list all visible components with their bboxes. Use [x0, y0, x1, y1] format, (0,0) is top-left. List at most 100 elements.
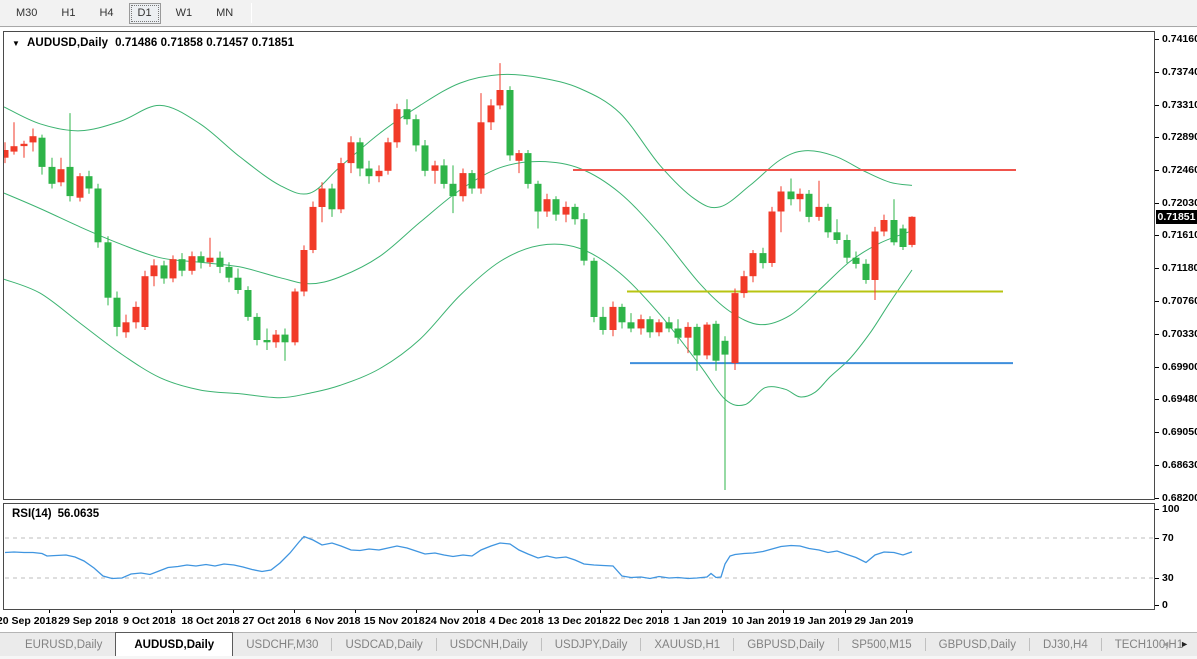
- price-axis-label: 0.74160: [1162, 33, 1197, 45]
- price-axis-tick: [1155, 235, 1159, 236]
- timeframe-button-d1[interactable]: D1: [129, 3, 161, 24]
- candle-body-bear: [647, 319, 654, 332]
- rsi-axis-tick: [1155, 605, 1159, 606]
- tab-usdchf-m30[interactable]: USDCHF,M30: [233, 633, 331, 656]
- tab-usdcnh-daily[interactable]: USDCNH,Daily: [437, 633, 541, 656]
- candle-body-bull: [189, 256, 196, 271]
- date-axis-tick: [600, 610, 601, 613]
- candle-body-bear: [404, 109, 411, 119]
- candle-body-bear: [469, 173, 476, 188]
- candle-body-bull: [310, 207, 317, 250]
- price-axis-label: 0.71610: [1162, 229, 1197, 241]
- candle-body-bear: [553, 199, 560, 214]
- rsi-line: [5, 537, 912, 579]
- price-chart-window[interactable]: ▼ AUDUSD,Daily 0.71486 0.71858 0.71457 0…: [3, 31, 1155, 500]
- chart-tab-bar: EURUSD,DailyAUDUSD,DailyUSDCHF,M30USDCAD…: [0, 632, 1197, 656]
- rsi-axis-tick: [1155, 509, 1159, 510]
- date-axis-tick: [661, 610, 662, 613]
- chart-title: ▼ AUDUSD,Daily 0.71486 0.71858 0.71457 0…: [12, 37, 294, 49]
- date-axis[interactable]: 20 Sep 201829 Sep 20189 Oct 201818 Oct 2…: [3, 610, 1155, 632]
- candlestick-chart[interactable]: [4, 32, 1154, 499]
- date-axis-label: 20 Sep 2018: [0, 615, 57, 627]
- price-axis-label: 0.69050: [1162, 426, 1197, 438]
- candle-body-bull: [732, 293, 739, 363]
- candle-body-bear: [853, 258, 860, 264]
- date-axis-label: 22 Dec 2018: [609, 615, 669, 627]
- price-axis-tick: [1155, 72, 1159, 73]
- candle-body-bear: [67, 167, 74, 196]
- timeframe-button-h1[interactable]: H1: [52, 3, 84, 24]
- candle-body-bear: [591, 261, 598, 317]
- candle-body-bear: [600, 317, 607, 330]
- timeframe-button-h4[interactable]: H4: [90, 3, 122, 24]
- timeframe-toolbar: M30 H1 H4 D1 W1MN: [0, 0, 1197, 29]
- candle-body-bull: [273, 335, 280, 343]
- candle-body-bear: [161, 265, 168, 278]
- rsi-chart[interactable]: [4, 504, 1154, 609]
- price-axis-tick: [1155, 432, 1159, 433]
- price-axis-label: 0.73740: [1162, 66, 1197, 78]
- tab-usdjpy-daily[interactable]: USDJPY,Daily: [542, 633, 641, 656]
- rsi-axis-label: 0: [1162, 599, 1168, 611]
- rsi-axis-label: 70: [1162, 532, 1174, 544]
- candle-body-bear: [217, 258, 224, 267]
- candle-body-bull: [909, 217, 916, 245]
- candle-body-bull: [385, 142, 392, 171]
- date-axis-tick: [477, 610, 478, 613]
- candle-body-bull: [376, 171, 383, 176]
- candle-body-bear: [441, 165, 448, 184]
- tab-dj30-h4[interactable]: DJ30,H4: [1030, 633, 1101, 656]
- tab-audusd-daily-active[interactable]: AUDUSD,Daily: [115, 632, 233, 656]
- candle-body-bear: [95, 189, 102, 243]
- candle-body-bear: [788, 192, 795, 200]
- candle-body-bear: [39, 138, 46, 167]
- candle-body-bull: [741, 276, 748, 293]
- candle-body-bear: [713, 324, 720, 361]
- tab-sp500-m15[interactable]: SP500,M15: [839, 633, 925, 656]
- candle-body-bear: [357, 142, 364, 168]
- date-axis-tick: [110, 610, 111, 613]
- candle-body-bear: [572, 207, 579, 219]
- candle-body-bear: [49, 167, 56, 184]
- candle-body-bull: [516, 153, 523, 161]
- price-axis-tick: [1155, 203, 1159, 204]
- candle-body-bear: [628, 322, 635, 328]
- tab-gbpusd-daily[interactable]: GBPUSD,Daily: [926, 633, 1029, 656]
- date-axis-tick: [294, 610, 295, 613]
- tab-scroll-right-icon[interactable]: ►: [1180, 636, 1189, 652]
- tab-scroll-left-icon[interactable]: ◄: [1161, 636, 1170, 652]
- tab-xauusd-h1[interactable]: XAUUSD,H1: [641, 633, 733, 656]
- price-axis-tick: [1155, 301, 1159, 302]
- candle-body-bear: [245, 290, 252, 317]
- tab-usdcad-daily[interactable]: USDCAD,Daily: [332, 633, 435, 656]
- candle-body-bull: [704, 325, 711, 356]
- candle-body-bull: [638, 319, 645, 328]
- chart-symbol-label: AUDUSD,Daily: [27, 37, 108, 49]
- candle-body-bear: [891, 220, 898, 242]
- date-axis-label: 18 Oct 2018: [181, 615, 239, 627]
- price-axis-label: 0.73310: [1162, 99, 1197, 111]
- price-axis-label: 0.68630: [1162, 459, 1197, 471]
- candle-body-bull: [292, 292, 299, 343]
- candle-body-bull: [30, 136, 37, 142]
- date-axis-label: 9 Oct 2018: [123, 615, 176, 627]
- timeframe-button-w1[interactable]: W1: [167, 3, 202, 24]
- candle-body-bear: [806, 194, 813, 217]
- rsi-axis-label: 30: [1162, 572, 1174, 584]
- date-axis-label: 24 Nov 2018: [425, 615, 486, 627]
- candle-body-bull: [170, 259, 177, 278]
- rsi-indicator-window[interactable]: RSI(14) 56.0635: [3, 503, 1155, 610]
- candle-body-bear: [422, 145, 429, 170]
- date-axis-tick: [845, 610, 846, 613]
- rsi-indicator-label: RSI(14) 56.0635: [12, 508, 99, 520]
- toolbar-separator: [251, 3, 252, 23]
- timeframe-button-m30[interactable]: M30: [7, 3, 46, 24]
- candle-body-bull: [338, 163, 345, 209]
- candle-body-bear: [264, 340, 271, 342]
- tab-gbpusd-daily[interactable]: GBPUSD,Daily: [734, 633, 837, 656]
- price-axis-tick: [1155, 367, 1159, 368]
- tab-eurusd-daily[interactable]: EURUSD,Daily: [12, 633, 115, 656]
- timeframe-button-mn[interactable]: MN: [207, 3, 242, 24]
- current-price-tag: 0.71851: [1156, 210, 1197, 224]
- date-axis-label: 1 Jan 2019: [674, 615, 727, 627]
